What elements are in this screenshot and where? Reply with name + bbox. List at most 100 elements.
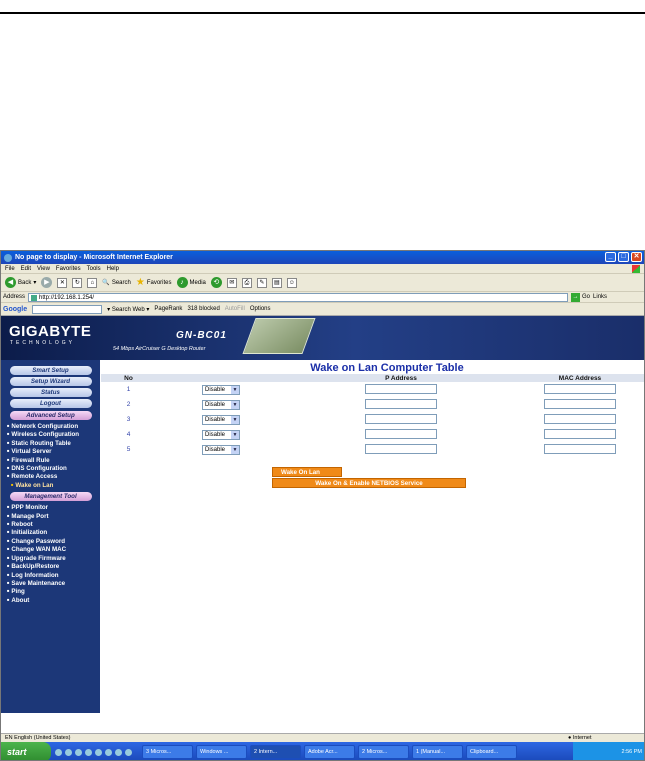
status-select[interactable]: Disable ▼ [202,384,240,395]
back-button[interactable]: ◀ Back ▾ [5,277,36,288]
mac-address-input[interactable] [544,383,616,394]
quick-launch-icon[interactable] [75,748,82,756]
status-select[interactable]: Disable ▼ [202,414,240,425]
google-search-web-button[interactable]: ▾ Search Web ▾ [107,306,149,313]
mac-address-input[interactable] [544,443,616,454]
quick-launch-icon[interactable] [85,748,92,756]
status-select[interactable]: Disable ▼ [202,429,240,440]
taskbar-item[interactable]: 2 Intern... [250,745,301,759]
sidebar-item-change-password[interactable]: Change Password [1,537,100,545]
media-button[interactable]: ♪ Media [176,277,206,288]
menu-favorites[interactable]: Favorites [56,266,81,272]
quick-launch-icon[interactable] [95,748,102,756]
taskbar-item[interactable]: Adobe Acr... [304,745,355,759]
history-icon[interactable]: ⟲ [210,277,222,288]
autofill-button[interactable]: AutoFill [225,306,245,312]
sidebar-item-virtual-server[interactable]: Virtual Server [1,447,100,455]
pagerank-button[interactable]: PageRank [154,306,182,312]
mail-icon[interactable]: ✉ [226,277,237,288]
folder-icon[interactable]: ▤ [271,277,282,288]
taskbar-item[interactable]: 3 Micros... [142,745,193,759]
table-header-row: No P Address MAC Address [101,374,644,382]
mac-address-input[interactable] [544,428,616,439]
go-arrow-icon: → [571,292,581,302]
favorites-button[interactable]: ★ Favorites [136,277,172,288]
sidebar-item-upgrade-firmware[interactable]: Upgrade Firmware [1,554,100,562]
smart-setup-button[interactable]: Smart Setup [9,366,92,375]
sidebar-item-change-wan-mac[interactable]: Change WAN MAC [1,545,100,553]
wake-on-lan-button[interactable]: Wake On Lan [272,467,342,477]
menu-bar: File Edit View Favorites Tools Help [1,264,644,274]
ip-address-input[interactable] [365,443,437,454]
sidebar-item-save-maintenance[interactable]: Save Maintenance [1,579,100,587]
sidebar-item-about[interactable]: About [1,596,100,604]
ip-address-input[interactable] [365,428,437,439]
logout-button[interactable]: Logout [9,399,92,408]
ip-cell [286,382,516,397]
status-button[interactable]: Status [9,388,92,397]
maximize-button[interactable]: □ [618,252,629,262]
quick-launch-icon[interactable] [125,748,132,756]
menu-help[interactable]: Help [107,266,119,272]
taskbar-item[interactable]: Clipboard... [466,745,517,759]
start-button[interactable]: start [1,742,51,760]
language-indicator[interactable]: EN English (United States) [5,735,70,741]
sidebar-item-ppp-monitor[interactable]: PPP Monitor [1,503,100,511]
google-search-input[interactable] [32,304,103,314]
sidebar-item-remote-access[interactable]: Remote Access [1,472,100,480]
status-select[interactable]: Disable ▼ [202,444,240,455]
taskbar-item[interactable]: 1 (Manual... [412,745,463,759]
page-title: Wake on Lan Computer Table [310,362,464,374]
wake-on-netbios-button[interactable]: Wake On & Enable NETBIOS Service [272,478,466,488]
sidebar-item-network-configuration[interactable]: Network Configuration [1,422,100,430]
sidebar-item-firewall-rule[interactable]: Firewall Rule [1,456,100,464]
stop-icon[interactable]: ✕ [57,277,68,288]
minimize-button[interactable]: _ [605,252,616,262]
google-logo[interactable]: Google [3,306,27,313]
taskbar-item[interactable]: 2 Micros... [358,745,409,759]
quick-launch [55,748,132,756]
taskbar-item[interactable]: Windows ... [196,745,247,759]
menu-tools[interactable]: Tools [87,266,101,272]
close-button[interactable]: ✕ [631,252,642,262]
clock[interactable]: 2:56 PM [622,749,642,755]
popup-blocked-button[interactable]: 318 blocked [187,306,219,312]
sidebar-item-wireless-configuration[interactable]: Wireless Configuration [1,430,100,438]
menu-file[interactable]: File [5,266,15,272]
status-select[interactable]: Disable ▼ [202,399,240,410]
sidebar-item-backup-restore[interactable]: BackUp/Restore [1,562,100,570]
sidebar-item-ping[interactable]: Ping [1,587,100,595]
sidebar-item-dns-configuration[interactable]: DNS Configuration [1,464,100,472]
print-icon[interactable]: ⎙ [241,277,252,288]
sidebar-item-reboot[interactable]: Reboot [1,520,100,528]
menu-edit[interactable]: Edit [21,266,31,272]
forward-button[interactable]: ▶ [41,277,53,288]
edit-icon[interactable]: ✎ [256,277,267,288]
sidebar-item-wake-on-lan[interactable]: Wake on Lan [1,481,100,489]
home-icon[interactable]: ⌂ [87,277,98,288]
go-button[interactable]: → Go [571,292,590,302]
address-input[interactable]: http://192.168.1.254/ [28,292,569,302]
options-button[interactable]: Options [250,306,271,312]
quick-launch-icon[interactable] [55,748,62,756]
ip-address-input[interactable] [365,398,437,409]
table-row: 5 Disable ▼ [101,442,644,457]
links-button[interactable]: Links [593,294,607,300]
search-button[interactable]: 🔍 Search [102,279,131,287]
setup-wizard-button[interactable]: Setup Wizard [9,377,92,386]
status-bar: EN English (United States) ● Internet [1,733,644,742]
ip-address-input[interactable] [365,383,437,394]
menu-view[interactable]: View [37,266,50,272]
sidebar-item-initialization[interactable]: Initialization [1,528,100,536]
quick-launch-icon[interactable] [65,748,72,756]
mac-address-input[interactable] [544,413,616,424]
sidebar-item-static-routing-table[interactable]: Static Routing Table [1,439,100,447]
quick-launch-icon[interactable] [105,748,112,756]
sidebar-item-log-information[interactable]: Log Information [1,571,100,579]
quick-launch-icon[interactable] [115,748,122,756]
messenger-icon[interactable]: ☺ [286,277,297,288]
refresh-icon[interactable]: ↻ [72,277,83,288]
ip-address-input[interactable] [365,413,437,424]
sidebar-item-manage-port[interactable]: Manage Port [1,512,100,520]
mac-address-input[interactable] [544,398,616,409]
